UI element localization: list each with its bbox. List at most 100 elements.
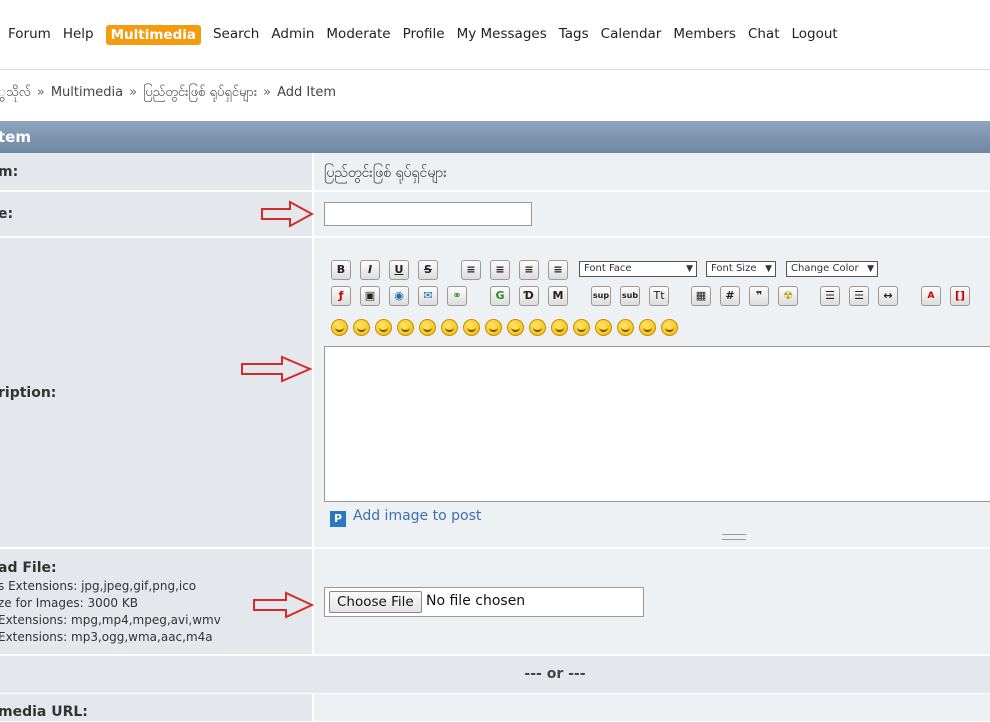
red-arrow-icon (253, 591, 314, 619)
nav-help[interactable]: Help (63, 26, 94, 45)
nav-forum[interactable]: Forum (8, 26, 51, 45)
globe-icon[interactable]: ◉ (389, 286, 409, 306)
breadcrumb-item-category[interactable]: ပြည်တွင်းဖြစ် ရုပ်ရှင်များ (143, 85, 257, 100)
smiley-icon[interactable] (639, 319, 656, 336)
allowed-image-extensions: s Extensions: jpg,jpeg,gif,png,ico (0, 579, 197, 593)
smiley-icon[interactable] (507, 319, 524, 336)
teletype-icon[interactable]: Tt (649, 286, 669, 306)
red-arrow-icon (241, 355, 312, 383)
smiley-icon[interactable] (463, 319, 480, 336)
quote-icon[interactable]: ❞ (749, 286, 769, 306)
nav-moderate[interactable]: Moderate (326, 26, 390, 45)
image-icon[interactable]: ▣ (360, 286, 380, 306)
breadcrumb-item-current: Add Item (277, 85, 337, 100)
allowed-video-extensions: Extensions: mpg,mp4,mpeg,avi,wmv (0, 613, 221, 627)
align-left-icon[interactable]: ≡ (461, 260, 481, 280)
smiley-icon[interactable] (397, 319, 414, 336)
smiley-icon[interactable] (331, 319, 348, 336)
smiley-icon[interactable] (419, 319, 436, 336)
numbered-list-icon[interactable]: ☰ (849, 286, 869, 306)
or-separator-text: --- or --- (524, 666, 586, 682)
title-input[interactable] (324, 202, 532, 226)
nav-search[interactable]: Search (213, 26, 259, 45)
breadcrumb-item-multimedia[interactable]: Multimedia (51, 85, 123, 100)
title-value-cell (314, 192, 990, 236)
breadcrumb: ွသိုလ် » Multimedia » ပြည်တွင်းဖြစ် ရုပ်ရှင်… (0, 84, 336, 103)
font-face-select[interactable]: Font Face ▼ (579, 261, 697, 277)
email-icon[interactable]: ✉ (418, 286, 438, 306)
hr-m-icon[interactable]: M (548, 286, 568, 306)
bold-button[interactable]: B (331, 260, 351, 280)
align-justify-icon[interactable]: ≡ (548, 260, 568, 280)
choose-file-button[interactable]: Choose File (329, 591, 422, 613)
font-face-label: Font Face (584, 263, 632, 274)
breadcrumb-separator: » (36, 85, 45, 100)
form-header-bar: tem (0, 121, 990, 153)
smiley-icon[interactable] (375, 319, 392, 336)
smiley-icon[interactable] (485, 319, 502, 336)
smiley-icon[interactable] (595, 319, 612, 336)
red-arrow-icon (261, 200, 314, 228)
align-center-icon[interactable]: ≡ (490, 260, 510, 280)
smiley-icon[interactable] (551, 319, 568, 336)
album-label: m: (0, 164, 19, 180)
nav-tags[interactable]: Tags (559, 26, 589, 45)
smiley-icon[interactable] (573, 319, 590, 336)
nav-my-messages[interactable]: My Messages (457, 26, 547, 45)
file-input[interactable]: Choose File No file chosen (324, 587, 644, 617)
upload-value-cell: Choose File No file chosen (314, 549, 990, 654)
nav-multimedia[interactable]: Multimedia (105, 25, 201, 45)
top-navigation: Forum Help Multimedia Search Admin Moder… (0, 0, 990, 70)
smiley-icon[interactable] (661, 319, 678, 336)
breadcrumb-separator: » (263, 85, 272, 100)
chevron-down-icon: ▼ (686, 264, 693, 274)
album-label-cell: m: (0, 153, 313, 190)
smiley-icon[interactable] (441, 319, 458, 336)
horizontal-rule-icon[interactable]: ↔ (878, 286, 898, 306)
wiki-icon[interactable]: Ɗ (519, 286, 539, 306)
nav-chat[interactable]: Chat (748, 26, 780, 45)
subscript-button[interactable]: sub (620, 286, 640, 306)
form-header-title: tem (0, 128, 31, 146)
max-image-size: ze for Images: 3000 KB (0, 596, 138, 610)
nav-logout[interactable]: Logout (792, 26, 838, 45)
spoiler-icon[interactable]: ☢ (778, 286, 798, 306)
media-url-row: media URL: (0, 694, 990, 722)
add-image-link[interactable]: P Add image to post (330, 508, 481, 527)
underline-button[interactable]: U (389, 260, 409, 280)
title-label: e: (0, 206, 14, 222)
breadcrumb-item-forum[interactable]: ွသိုလ် (0, 85, 31, 100)
nav-members[interactable]: Members (673, 26, 736, 45)
flash-icon[interactable]: ƒ (331, 286, 351, 306)
image-host-icon: P (330, 511, 346, 527)
resize-grip-icon[interactable] (722, 534, 746, 540)
nav-profile[interactable]: Profile (403, 26, 445, 45)
superscript-button[interactable]: sup (591, 286, 611, 306)
table-icon[interactable]: ▦ (691, 286, 711, 306)
title-label-cell: e: (0, 192, 314, 236)
nav-links: Forum Help Multimedia Search Admin Moder… (8, 25, 850, 45)
italic-button[interactable]: I (360, 260, 380, 280)
change-color-select[interactable]: Change Color ▼ (786, 261, 878, 277)
align-right-icon[interactable]: ≡ (519, 260, 539, 280)
nav-admin[interactable]: Admin (271, 26, 314, 45)
remove-format-icon[interactable]: [] (950, 286, 970, 306)
google-icon[interactable]: G (490, 286, 510, 306)
nav-calendar[interactable]: Calendar (601, 26, 662, 45)
font-size-label: Font Size (711, 263, 757, 274)
smiley-icon[interactable] (353, 319, 370, 336)
title-row: e: (0, 192, 990, 237)
album-value-cell: ပြည်တွင်းဖြစ် ရုပ်ရှင်များ (314, 153, 990, 190)
smiley-icon[interactable] (529, 319, 546, 336)
bullet-list-icon[interactable]: ☰ (820, 286, 840, 306)
link-icon[interactable]: ⚭ (447, 286, 467, 306)
font-size-select[interactable]: Font Size ▼ (706, 261, 776, 277)
smiley-icon[interactable] (617, 319, 634, 336)
allowed-audio-extensions: Extensions: mp3,ogg,wma,aac,m4a (0, 630, 213, 644)
upload-label: ad File: (0, 560, 57, 576)
code-hash-icon[interactable]: # (720, 286, 740, 306)
strikethrough-button[interactable]: S (418, 260, 438, 280)
spellcheck-icon[interactable]: A (921, 286, 941, 306)
change-color-label: Change Color (791, 263, 859, 274)
description-textarea[interactable] (324, 346, 990, 502)
